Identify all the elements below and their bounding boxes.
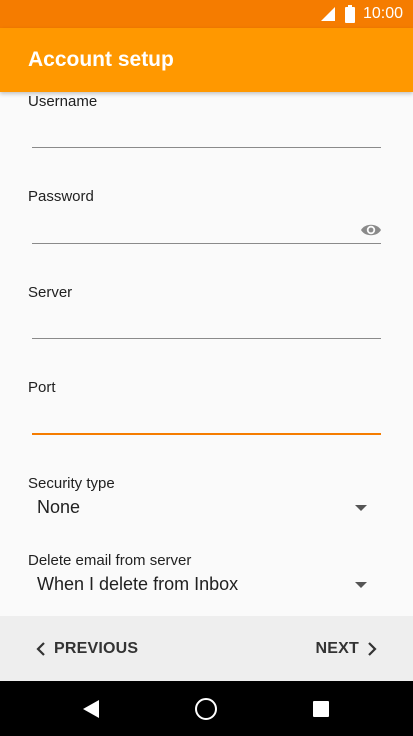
signal-icon	[320, 7, 335, 21]
password-label: Password	[28, 188, 94, 205]
dropdown-arrow-icon	[355, 582, 367, 588]
delete-email-value: When I delete from Inbox	[37, 573, 239, 594]
port-field[interactable]	[32, 401, 381, 435]
password-field[interactable]	[32, 210, 381, 244]
status-icons: 10:00	[319, 0, 403, 28]
delete-email-select[interactable]: When I delete from Inbox	[28, 569, 381, 599]
page-title: Account setup	[28, 48, 174, 71]
username-label: Username	[28, 93, 98, 110]
username-field[interactable]	[32, 114, 381, 148]
previous-button-label: PREVIOUS	[54, 639, 139, 657]
eye-icon[interactable]	[360, 220, 382, 240]
port-label: Port	[28, 379, 56, 396]
server-field[interactable]	[32, 305, 381, 339]
battery-icon	[344, 5, 355, 23]
wizard-navigation: PREVIOUS NEXT	[0, 616, 413, 681]
account-setup-form: Username Password Server Port Security t…	[0, 92, 413, 616]
system-navigation-bar	[0, 681, 413, 736]
status-time: 10:00	[362, 5, 403, 22]
status-bar: 10:00	[0, 0, 413, 28]
recents-icon[interactable]	[313, 701, 329, 717]
chevron-left-icon	[36, 641, 45, 656]
home-icon[interactable]	[195, 698, 217, 720]
security-type-label: Security type	[28, 475, 115, 492]
next-button[interactable]: NEXT	[316, 616, 377, 681]
back-icon[interactable]	[82, 699, 100, 719]
app-bar: Account setup	[0, 28, 413, 92]
security-type-select[interactable]: None	[28, 492, 381, 522]
security-type-value: None	[37, 496, 81, 517]
delete-email-label: Delete email from server	[28, 552, 192, 569]
dropdown-arrow-icon	[355, 505, 367, 511]
next-button-label: NEXT	[315, 639, 359, 657]
previous-button[interactable]: PREVIOUS	[36, 616, 138, 681]
server-label: Server	[28, 284, 73, 301]
chevron-right-icon	[368, 641, 377, 656]
